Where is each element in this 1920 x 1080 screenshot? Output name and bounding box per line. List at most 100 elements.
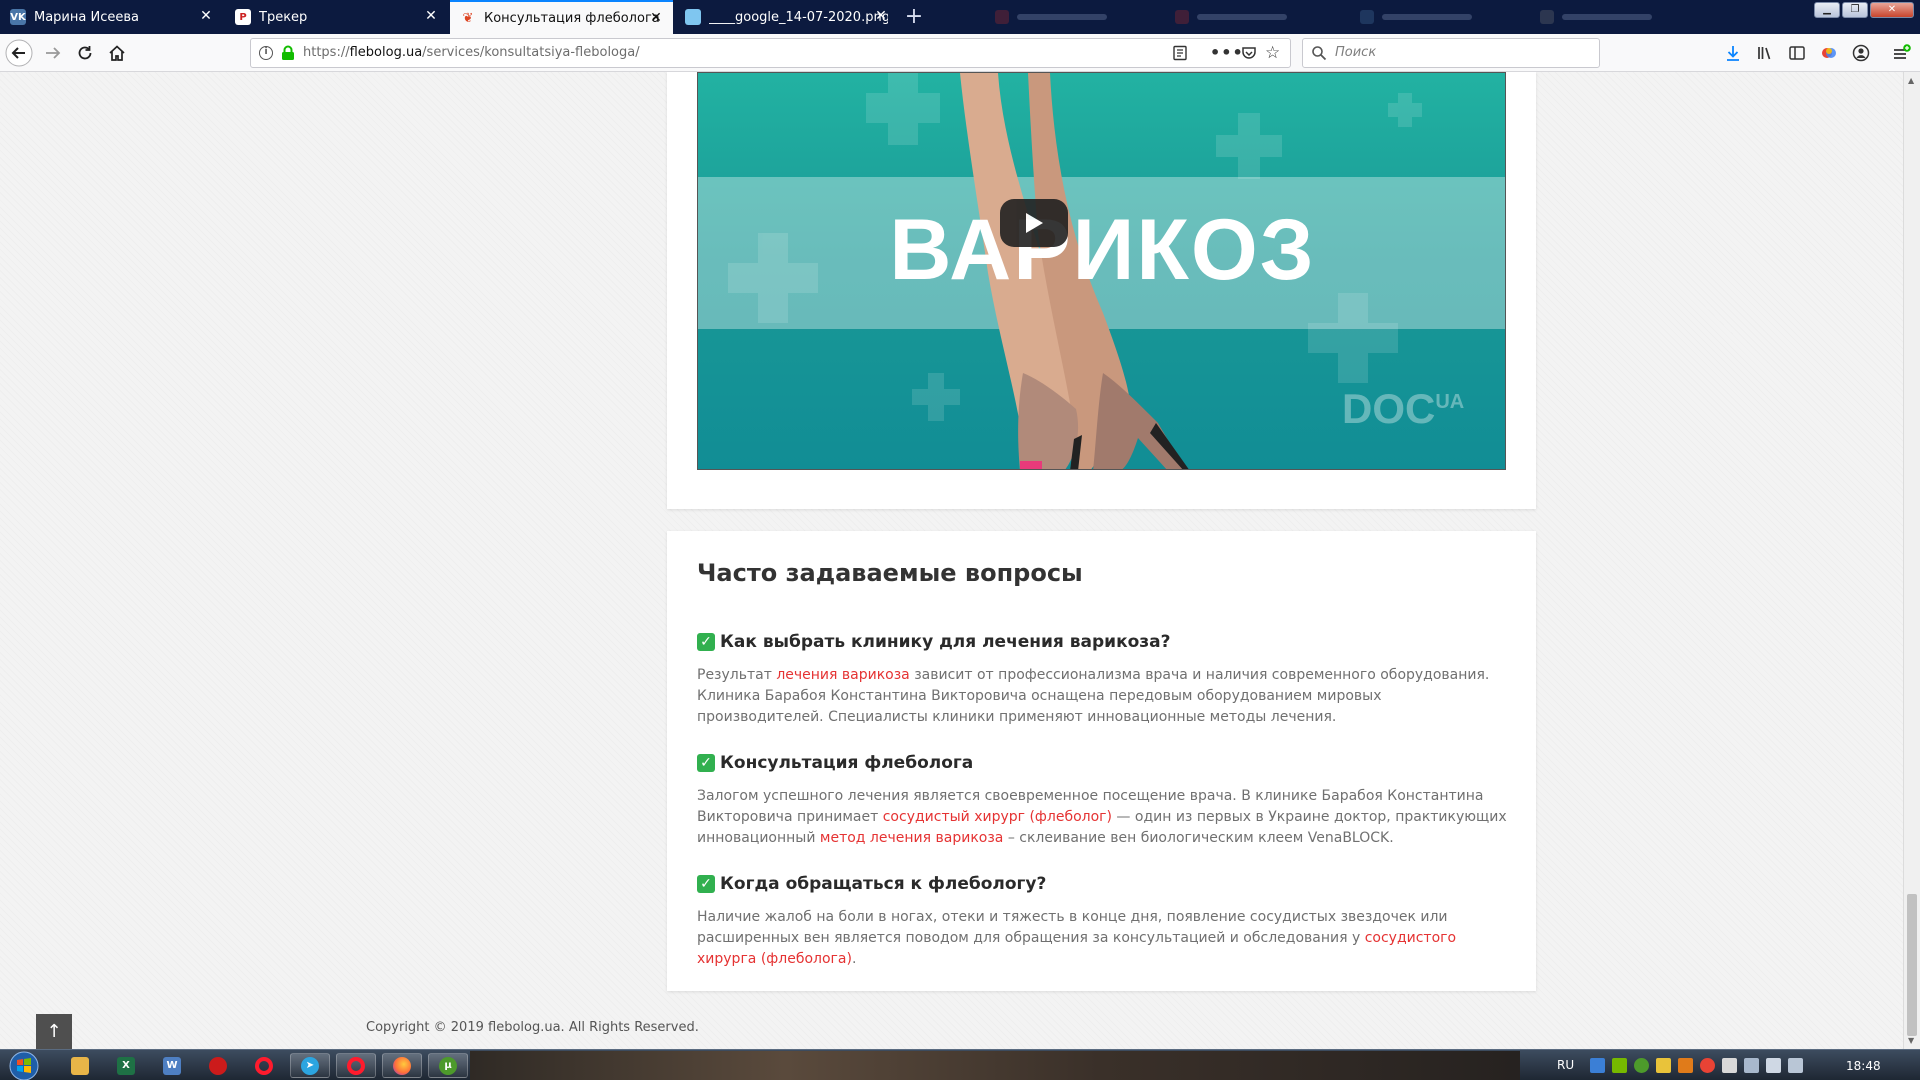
sidebar-icon[interactable] bbox=[1782, 38, 1812, 68]
page-actions-menu-icon[interactable]: ••• bbox=[1210, 43, 1244, 62]
tab-consultation[interactable]: ❦ Консультация флеболога ✕ bbox=[450, 0, 673, 34]
url-host: flebolog.ua bbox=[349, 45, 423, 60]
play-button[interactable] bbox=[1000, 199, 1068, 247]
language-indicator[interactable]: RU bbox=[1557, 1058, 1574, 1072]
info-icon[interactable]: i bbox=[259, 46, 273, 60]
url-path: /services/konsultatsiya-flebologa/ bbox=[422, 45, 640, 60]
answer-text: Результат bbox=[697, 667, 777, 683]
windows-taskbar: X W ➤ µ RU 18:48 bbox=[0, 1049, 1920, 1080]
start-button[interactable] bbox=[4, 1050, 44, 1080]
faq-question-text: Консультация флеболога bbox=[720, 753, 974, 773]
url-bar[interactable]: i https://flebolog.ua/services/konsultat… bbox=[250, 38, 1291, 68]
faq-question-text: Когда обращаться к флебологу? bbox=[720, 874, 1047, 894]
tray-update-icon[interactable] bbox=[1678, 1058, 1693, 1073]
extension-icon[interactable] bbox=[1814, 38, 1844, 68]
bookmark-star-icon[interactable]: ☆ bbox=[1265, 43, 1280, 63]
taskbar-opera[interactable] bbox=[198, 1053, 238, 1078]
taskbar-explorer[interactable] bbox=[60, 1053, 100, 1078]
minimize-button[interactable]: ▁ bbox=[1814, 2, 1840, 18]
answer-text: – склеивание вен биологическим клеем Ven… bbox=[1003, 830, 1394, 846]
close-tab-icon[interactable]: ✕ bbox=[424, 9, 438, 23]
forward-button[interactable] bbox=[38, 38, 68, 68]
scrollbar-thumb[interactable] bbox=[1907, 894, 1917, 1036]
taskbar-excel[interactable]: X bbox=[106, 1053, 146, 1078]
taskbar-utorrent[interactable]: µ bbox=[428, 1053, 468, 1078]
tray-alert-icon[interactable] bbox=[1700, 1058, 1715, 1073]
taskbar-clock[interactable]: 18:48 bbox=[1846, 1059, 1881, 1073]
downloads-icon[interactable] bbox=[1718, 38, 1748, 68]
watermark-sup: UA bbox=[1435, 391, 1465, 413]
scroll-to-top-button[interactable]: ↑ bbox=[36, 1014, 72, 1049]
faq-question-text: Как выбрать клинику для лечения варикоза… bbox=[720, 632, 1171, 652]
tray-network-icon[interactable] bbox=[1590, 1058, 1605, 1073]
search-placeholder: Поиск bbox=[1335, 45, 1377, 60]
vk-icon: VK bbox=[10, 9, 26, 25]
taskbar-telegram[interactable]: ➤ bbox=[290, 1053, 330, 1078]
background-window-tab bbox=[1540, 9, 1652, 25]
answer-text: Наличие жалоб на боли в ногах, отеки и т… bbox=[697, 909, 1448, 946]
page-viewport: ВАРИКОЗ DOCUA Часто задаваемые вопросы ✓… bbox=[0, 72, 1903, 1049]
tray-monitor-icon[interactable] bbox=[1788, 1058, 1803, 1073]
tab-title: ____google_14-07-2020.png (2 bbox=[709, 9, 888, 25]
taskbar-opera-open[interactable] bbox=[336, 1053, 376, 1078]
taskbar-firefox[interactable] bbox=[382, 1053, 422, 1078]
url-protocol: https:// bbox=[303, 45, 350, 60]
tray-nvidia-icon[interactable] bbox=[1612, 1058, 1627, 1073]
close-tab-icon[interactable]: ✕ bbox=[199, 9, 213, 23]
tab-strip: VK Марина Исеева ✕ P Трекер ✕ ❦ Консульт… bbox=[0, 0, 1920, 34]
back-button[interactable] bbox=[4, 38, 34, 68]
answer-text: . bbox=[851, 951, 857, 967]
home-button[interactable] bbox=[102, 38, 132, 68]
reader-view-icon[interactable] bbox=[1172, 45, 1188, 65]
tray-app-icon[interactable] bbox=[1656, 1058, 1671, 1073]
search-bar[interactable]: Поиск bbox=[1302, 38, 1600, 68]
faq-answer: Результат лечения варикоза зависит от пр… bbox=[697, 665, 1507, 728]
tray-volume-icon[interactable] bbox=[1766, 1058, 1781, 1073]
scroll-up-arrow-icon[interactable]: ▲ bbox=[1908, 76, 1914, 85]
image-file-icon bbox=[685, 9, 701, 25]
play-icon bbox=[1026, 213, 1043, 233]
opera-open-icon bbox=[347, 1056, 365, 1075]
tray-utorrent-icon[interactable] bbox=[1634, 1058, 1649, 1073]
reload-button[interactable] bbox=[70, 38, 100, 68]
page-scrollbar[interactable]: ▲ ▼ bbox=[1903, 72, 1920, 1049]
link-varicose-treatment[interactable]: лечения варикоза bbox=[776, 667, 909, 683]
faq-answer: Залогом успешного лечения является своев… bbox=[697, 786, 1507, 849]
tab-title: Трекер bbox=[259, 9, 308, 25]
tab-image[interactable]: ____google_14-07-2020.png (2 ✕ bbox=[675, 0, 898, 34]
tray-flag-icon[interactable] bbox=[1722, 1058, 1737, 1073]
lock-icon[interactable] bbox=[281, 45, 295, 65]
scroll-down-arrow-icon[interactable]: ▼ bbox=[1908, 1036, 1914, 1045]
tab-vk[interactable]: VK Марина Исеева ✕ bbox=[0, 0, 223, 34]
close-window-button[interactable]: ✕ bbox=[1870, 2, 1914, 18]
footer-copyright: Copyright © 2019 flebolog.ua. All Rights… bbox=[366, 1020, 699, 1035]
taskbar-opera-2[interactable] bbox=[244, 1053, 284, 1078]
windows-logo-icon bbox=[9, 1051, 39, 1080]
taskbar-wordpad[interactable]: W bbox=[152, 1053, 192, 1078]
background-window-tab bbox=[995, 9, 1107, 25]
back-arrow-icon bbox=[5, 39, 33, 67]
new-tab-button[interactable]: + bbox=[900, 3, 928, 31]
check-mark-icon: ✓ bbox=[697, 754, 715, 772]
youtube-video-player[interactable]: ВАРИКОЗ DOCUA bbox=[697, 72, 1506, 470]
url-text[interactable]: https://flebolog.ua/services/konsultatsi… bbox=[303, 39, 640, 67]
account-icon[interactable] bbox=[1846, 38, 1876, 68]
maximize-button[interactable]: ❐ bbox=[1842, 2, 1868, 18]
pocket-icon[interactable] bbox=[1241, 45, 1257, 65]
link-treatment-method[interactable]: метод лечения варикоза bbox=[820, 830, 1003, 846]
tray-safely-remove-icon[interactable] bbox=[1744, 1058, 1759, 1073]
video-title-text: ВАРИКОЗ bbox=[889, 202, 1316, 298]
excel-icon: X bbox=[117, 1056, 135, 1075]
menu-icon[interactable] bbox=[1886, 38, 1916, 68]
library-icon[interactable] bbox=[1750, 38, 1780, 68]
faq-question: ✓ Как выбрать клинику для лечения варико… bbox=[697, 632, 1171, 652]
close-tab-icon[interactable]: ✕ bbox=[874, 9, 888, 23]
tab-tracker[interactable]: P Трекер ✕ bbox=[225, 0, 448, 34]
faq-answer: Наличие жалоб на боли в ногах, отеки и т… bbox=[697, 907, 1507, 970]
forward-arrow-icon bbox=[46, 47, 61, 59]
link-vascular-surgeon[interactable]: сосудистый хирург (флеболог) bbox=[883, 809, 1112, 825]
close-tab-icon[interactable]: ✕ bbox=[649, 11, 663, 25]
file-explorer-icon bbox=[71, 1056, 89, 1075]
navigation-toolbar: i https://flebolog.ua/services/konsultat… bbox=[0, 34, 1920, 72]
background-window-tab bbox=[1175, 9, 1287, 25]
